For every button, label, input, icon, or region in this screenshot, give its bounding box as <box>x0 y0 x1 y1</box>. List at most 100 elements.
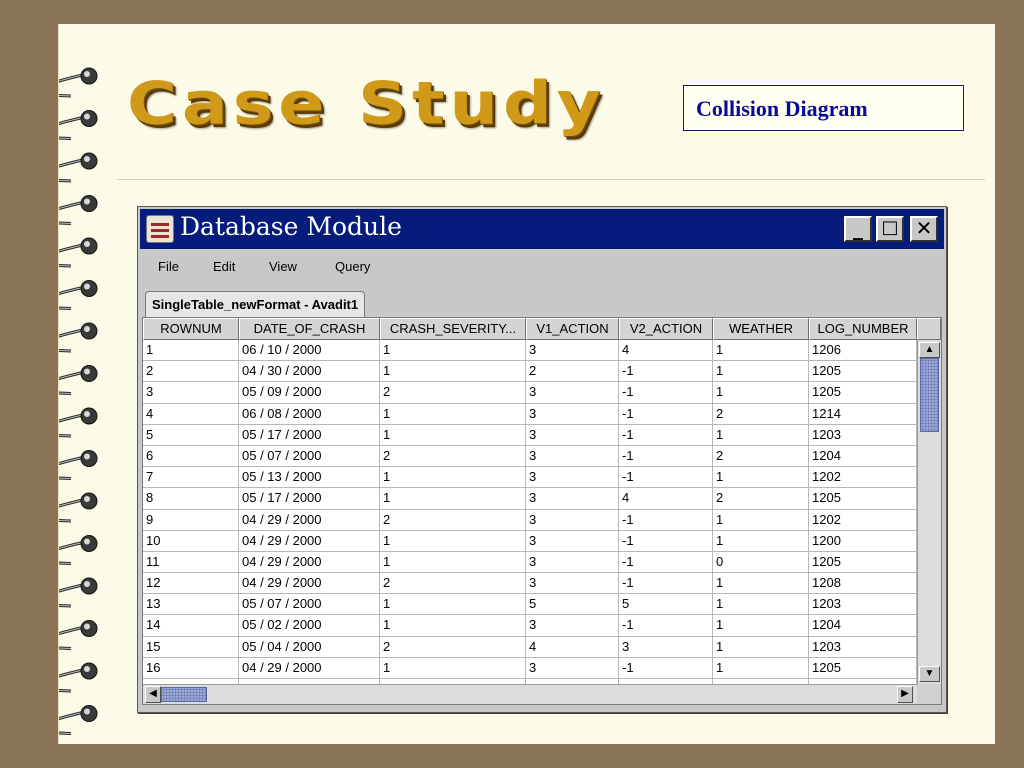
table-cell[interactable]: 5 <box>143 424 239 446</box>
table-cell[interactable]: 1 <box>380 467 526 489</box>
table-cell[interactable]: 2 <box>713 445 809 468</box>
table-cell[interactable]: 1 <box>380 424 526 446</box>
table-cell[interactable]: 1 <box>713 382 809 404</box>
table-cell[interactable]: 1 <box>713 636 809 658</box>
table-cell[interactable]: 1203 <box>809 636 917 658</box>
table-cell[interactable]: 1208 <box>809 573 917 595</box>
table-cell[interactable]: 1 <box>380 403 526 425</box>
column-header[interactable]: LOG_NUMBER <box>809 318 917 340</box>
table-cell[interactable]: 1205 <box>809 657 917 679</box>
table-cell[interactable]: 05 / 07 / 2000 <box>239 594 380 616</box>
table-cell[interactable]: 14 <box>143 615 239 637</box>
table-cell[interactable]: 1 <box>380 361 526 383</box>
column-header[interactable]: DATE_OF_CRASH <box>239 318 380 340</box>
table-cell[interactable]: 3 <box>526 424 619 446</box>
table-cell[interactable]: 2 <box>380 573 526 595</box>
table-row[interactable]: 10 04 / 29 / 2000 1 3 -1 1 1200 <box>143 530 917 552</box>
table-row[interactable]: 14 05 / 02 / 2000 1 3 -1 1 1204 <box>143 615 917 637</box>
table-cell[interactable]: 4 <box>143 403 239 425</box>
table-cell[interactable]: 2 <box>380 445 526 468</box>
table-cell[interactable]: 1 <box>380 657 526 679</box>
table-cell[interactable]: 1 <box>713 615 809 637</box>
column-header[interactable]: ROWNUM <box>143 318 239 340</box>
table-cell[interactable]: 1 <box>713 573 809 595</box>
table-cell[interactable]: 3 <box>143 382 239 404</box>
table-cell[interactable]: 04 / 29 / 2000 <box>239 657 380 679</box>
vertical-scrollbar[interactable]: ▲ ▼ <box>917 340 941 684</box>
table-cell[interactable]: 2 <box>143 361 239 383</box>
table-cell[interactable]: -1 <box>619 509 713 531</box>
table-cell[interactable]: 7 <box>143 467 239 489</box>
table-cell[interactable]: 1 <box>713 657 809 679</box>
table-cell[interactable]: 2 <box>713 403 809 425</box>
table-row[interactable]: 3 05 / 09 / 2000 2 3 -1 1 1205 <box>143 382 917 404</box>
table-cell[interactable]: -1 <box>619 530 713 552</box>
table-cell[interactable]: 1 <box>143 340 239 362</box>
table-row[interactable]: 1 06 / 10 / 2000 1 3 4 1 1206 <box>143 340 917 362</box>
table-cell[interactable]: 3 <box>526 403 619 425</box>
table-cell[interactable]: -1 <box>619 467 713 489</box>
table-cell[interactable]: 1205 <box>809 361 917 383</box>
table-cell[interactable]: 9 <box>143 509 239 531</box>
table-cell[interactable]: 3 <box>526 551 619 574</box>
table-row[interactable]: 9 04 / 29 / 2000 2 3 -1 1 1202 <box>143 509 917 531</box>
table-row[interactable]: 5 05 / 17 / 2000 1 3 -1 1 1203 <box>143 424 917 446</box>
table-cell[interactable]: 05 / 17 / 2000 <box>239 424 380 446</box>
table-cell[interactable]: 12 <box>143 573 239 595</box>
table-cell[interactable]: 5 <box>526 594 619 616</box>
table-cell[interactable]: 3 <box>526 509 619 531</box>
table-row[interactable]: 12 04 / 29 / 2000 2 3 -1 1 1208 <box>143 573 917 595</box>
table-cell[interactable]: 1 <box>380 615 526 637</box>
table-cell[interactable]: 3 <box>526 530 619 552</box>
table-cell[interactable]: 2 <box>380 636 526 658</box>
table-cell[interactable]: 1 <box>380 488 526 510</box>
table-cell[interactable]: 1204 <box>809 615 917 637</box>
column-header[interactable]: CRASH_SEVERITY... <box>380 318 526 340</box>
table-cell[interactable]: 2 <box>526 361 619 383</box>
table-cell[interactable]: 04 / 29 / 2000 <box>239 573 380 595</box>
table-cell[interactable]: 10 <box>143 530 239 552</box>
table-cell[interactable]: 3 <box>526 657 619 679</box>
minimize-button[interactable]: _ <box>844 216 872 242</box>
table-cell[interactable]: -1 <box>619 361 713 383</box>
table-cell[interactable]: 3 <box>526 382 619 404</box>
table-cell[interactable]: 1203 <box>809 594 917 616</box>
table-row[interactable]: 2 04 / 30 / 2000 1 2 -1 1 1205 <box>143 361 917 383</box>
table-cell[interactable]: 15 <box>143 636 239 658</box>
menu-query[interactable]: Query <box>335 259 370 274</box>
table-cell[interactable]: 3 <box>526 340 619 362</box>
table-cell[interactable]: 04 / 30 / 2000 <box>239 361 380 383</box>
maximize-button[interactable]: □ <box>876 216 904 242</box>
table-row[interactable]: 11 04 / 29 / 2000 1 3 -1 0 1205 <box>143 551 917 574</box>
vertical-scroll-thumb[interactable] <box>920 358 939 432</box>
table-cell[interactable]: 04 / 29 / 2000 <box>239 509 380 531</box>
table-cell[interactable]: -1 <box>619 551 713 574</box>
table-cell[interactable]: 05 / 09 / 2000 <box>239 382 380 404</box>
table-cell[interactable]: 3 <box>526 488 619 510</box>
scroll-right-button[interactable]: ▶ <box>897 686 913 703</box>
table-cell[interactable]: 4 <box>526 636 619 658</box>
table-row[interactable]: 7 05 / 13 / 2000 1 3 -1 1 1202 <box>143 467 917 489</box>
table-cell[interactable]: 4 <box>619 340 713 362</box>
table-cell[interactable]: 05 / 04 / 2000 <box>239 636 380 658</box>
column-header[interactable]: WEATHER <box>713 318 809 340</box>
table-cell[interactable]: 1 <box>713 467 809 489</box>
table-cell[interactable]: 8 <box>143 488 239 510</box>
table-cell[interactable]: 1 <box>380 530 526 552</box>
table-cell[interactable]: 3 <box>619 636 713 658</box>
column-header[interactable]: V1_ACTION <box>526 318 619 340</box>
menu-view[interactable]: View <box>269 259 297 274</box>
table-cell[interactable]: 2 <box>380 382 526 404</box>
table-cell[interactable]: 1 <box>380 551 526 574</box>
table-cell[interactable]: 1 <box>713 530 809 552</box>
table-cell[interactable]: 1 <box>713 340 809 362</box>
table-row[interactable]: 13 05 / 07 / 2000 1 5 5 1 1203 <box>143 594 917 616</box>
table-cell[interactable]: 1 <box>713 594 809 616</box>
table-cell[interactable]: 1 <box>713 509 809 531</box>
table-cell[interactable]: 1205 <box>809 488 917 510</box>
table-cell[interactable]: 1200 <box>809 530 917 552</box>
horizontal-scroll-thumb[interactable] <box>161 687 207 702</box>
table-cell[interactable]: 1204 <box>809 445 917 468</box>
table-cell[interactable]: -1 <box>619 657 713 679</box>
close-button[interactable]: ✕ <box>910 216 938 242</box>
